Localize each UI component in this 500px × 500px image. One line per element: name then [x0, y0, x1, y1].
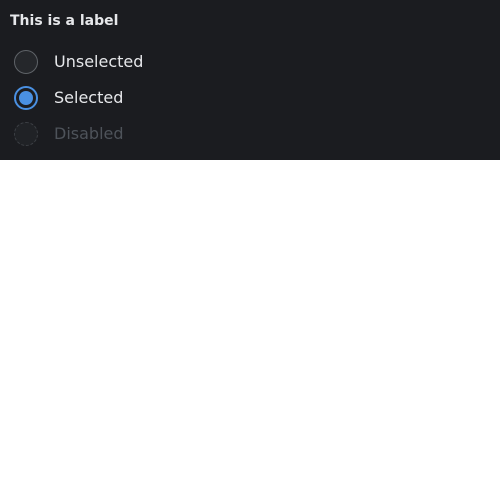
radio-selected-dot	[19, 91, 33, 105]
radio-option-label: Disabled	[54, 124, 124, 143]
radio-option-disabled: Disabled	[14, 122, 124, 146]
radio-option-label: Selected	[54, 88, 124, 107]
radio-button-disabled	[14, 122, 38, 146]
radio-button-selected[interactable]	[14, 86, 38, 110]
radio-group-panel: This is a label Unselected Selected Disa…	[0, 0, 500, 160]
radio-option-selected[interactable]: Selected	[14, 86, 123, 110]
radio-group-label: This is a label	[10, 13, 119, 29]
radio-button-unselected[interactable]	[14, 50, 38, 74]
radio-option-unselected[interactable]: Unselected	[14, 50, 143, 74]
radio-option-label: Unselected	[54, 52, 144, 71]
